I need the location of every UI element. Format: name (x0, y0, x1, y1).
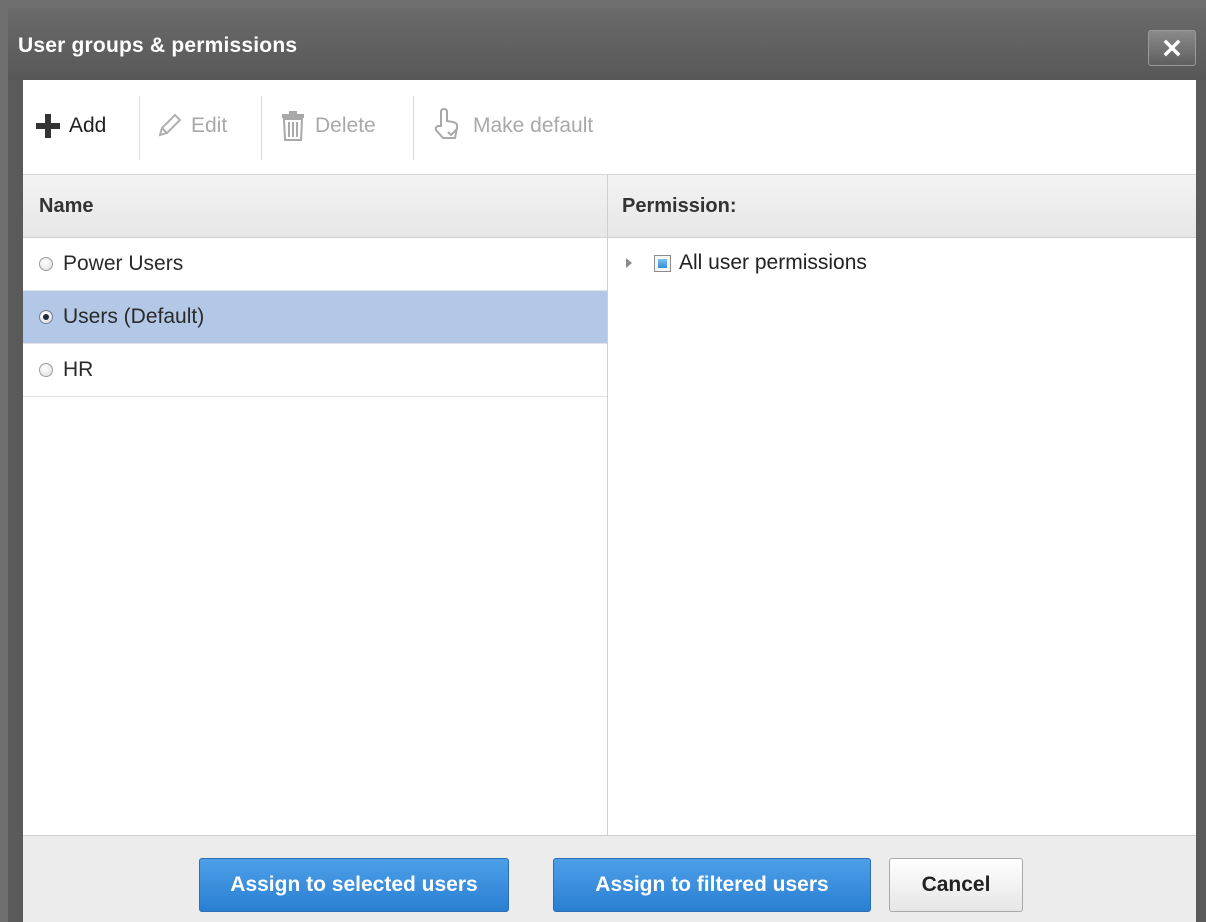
toolbar: Add Edit Delete Make default (23, 80, 1196, 175)
name-column-header[interactable]: Name (23, 175, 607, 238)
close-button[interactable] (1148, 30, 1196, 66)
groups-list: Name Power Users Users (Default) HR (23, 175, 608, 835)
delete-label: Delete (315, 114, 376, 137)
plus-icon (36, 114, 60, 138)
permission-column-header: Permission: (608, 175, 1196, 238)
group-label: HR (63, 358, 94, 381)
delete-button[interactable]: Delete (279, 104, 376, 148)
group-radio[interactable] (39, 257, 53, 271)
add-label: Add (69, 114, 107, 137)
edit-label: Edit (191, 114, 228, 137)
permissions-panel: Permission: All user permissions (608, 175, 1196, 835)
group-row-power-users[interactable]: Power Users (23, 238, 607, 291)
user-groups-dialog: User groups & permissions Add Edit Delet… (8, 8, 1206, 922)
permission-label: All user permissions (679, 251, 867, 274)
group-label: Users (Default) (63, 305, 205, 328)
permission-tree-node[interactable]: All user permissions (608, 251, 867, 275)
toolbar-divider (261, 96, 262, 160)
assign-selected-button[interactable]: Assign to selected users (199, 858, 509, 912)
group-radio[interactable] (39, 310, 53, 324)
group-label: Power Users (63, 252, 184, 275)
group-row-users-default[interactable]: Users (Default) (23, 291, 607, 344)
edit-button[interactable]: Edit (155, 104, 227, 148)
make-default-button[interactable]: Make default (431, 104, 593, 148)
dialog-title: User groups & permissions (18, 34, 298, 57)
hand-pointer-icon (434, 108, 459, 139)
add-button[interactable]: Add (35, 104, 106, 148)
assign-filtered-button[interactable]: Assign to filtered users (553, 858, 871, 912)
expand-arrow-icon[interactable] (626, 258, 632, 268)
group-row-hr[interactable]: HR (23, 344, 607, 397)
dialog-content: Add Edit Delete Make default Name Power … (23, 80, 1196, 922)
dialog-titlebar[interactable]: User groups & permissions (8, 8, 1206, 80)
close-icon (1163, 39, 1181, 57)
pencil-icon (158, 113, 182, 137)
permission-checkbox[interactable] (654, 254, 671, 272)
toolbar-divider (139, 96, 140, 160)
dialog-footer: Assign to selected users Assign to filte… (23, 835, 1196, 922)
trash-icon (282, 111, 304, 141)
make-default-label: Make default (473, 114, 594, 137)
partial-check-icon (658, 258, 667, 268)
group-radio[interactable] (39, 363, 53, 377)
cancel-button[interactable]: Cancel (889, 858, 1023, 912)
toolbar-divider (413, 96, 414, 160)
